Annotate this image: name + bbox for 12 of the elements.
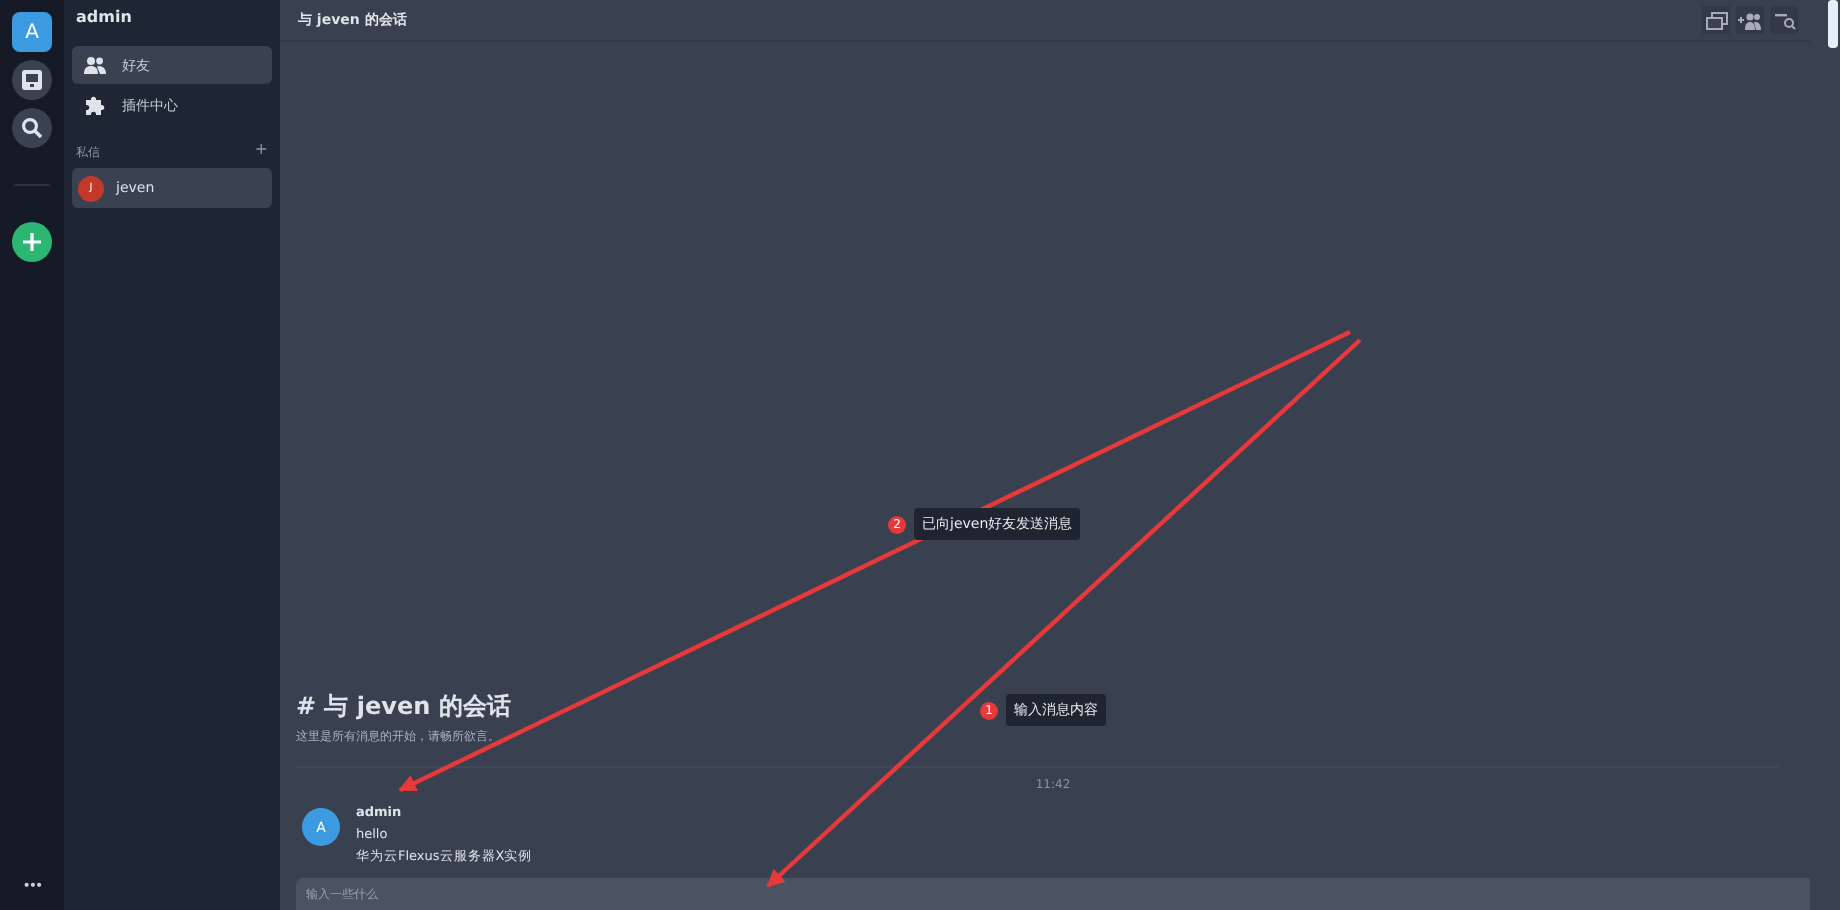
conversation-heading: # 与 jeven 的会话 — [296, 690, 511, 724]
inbox-icon[interactable] — [12, 60, 52, 100]
puzzle-icon — [84, 94, 106, 116]
search-panel-icon[interactable] — [1770, 6, 1798, 34]
search-icon[interactable] — [12, 108, 52, 148]
sidebar-title: admin — [74, 6, 134, 30]
add-button[interactable]: + — [254, 144, 268, 162]
add-user-icon[interactable] — [1736, 6, 1764, 34]
people-icon — [84, 56, 106, 74]
scrollbar-thumb[interactable] — [1828, 0, 1838, 48]
add-icon[interactable] — [12, 222, 52, 262]
windows-icon[interactable] — [1702, 6, 1730, 34]
